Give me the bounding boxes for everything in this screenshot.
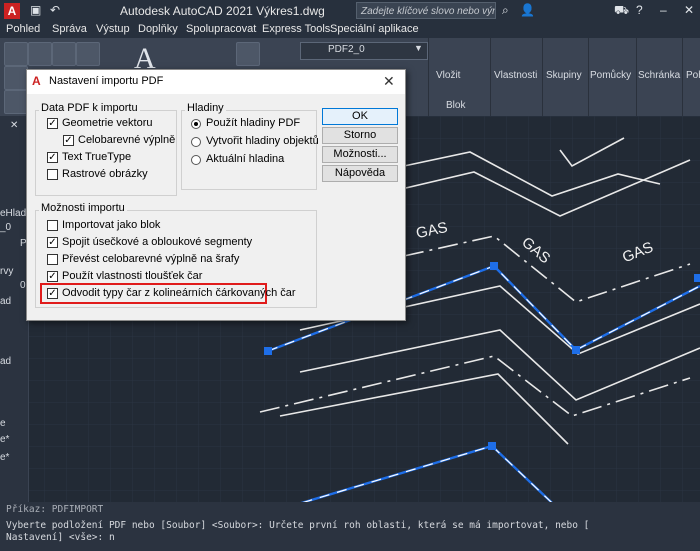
dialog-title: Nastavení importu PDF: [49, 75, 164, 87]
close-icon[interactable]: ✕: [684, 3, 694, 17]
label-use-pdf-layers: Použít hladiny PDF: [206, 117, 301, 129]
label-join-segments: Spojit úsečkové a obloukové segmenty: [62, 236, 253, 248]
mirror-tool-button[interactable]: [76, 42, 100, 66]
menu-bar: Pohled Správa Výstup Doplňky Spolupracov…: [0, 22, 700, 38]
label-create-object-layers: Vytvořit hladiny objektů: [206, 135, 319, 147]
menu-doplnky[interactable]: Doplňky: [138, 23, 178, 35]
checkbox-infer-linetypes[interactable]: ✓: [47, 288, 58, 299]
label-import-as-block: Importovat jako blok: [62, 219, 161, 231]
palette-text: ad: [0, 356, 12, 367]
panel-pomucky-label: Pomůcky: [590, 70, 632, 81]
label-raster-images: Rastrové obrázky: [62, 168, 148, 180]
ok-button[interactable]: OK: [322, 108, 398, 125]
window-title: Autodesk AutoCAD 2021 Výkres1.dwg: [120, 4, 325, 18]
menu-sprava[interactable]: Správa: [52, 23, 87, 35]
palette-text: _0: [0, 222, 12, 233]
label-truetype-text: Text TrueType: [62, 151, 132, 163]
copy-tool-button[interactable]: [4, 90, 28, 114]
arc-tool-button[interactable]: [52, 42, 76, 66]
search-input[interactable]: Zadejte klíčové slovo nebo výraz: [356, 2, 496, 19]
group-pdf-data-label: Data PDF k importu: [39, 102, 140, 114]
move-tool-button[interactable]: [4, 42, 28, 66]
panel-vlozit-label: Vložit: [436, 70, 461, 81]
command-history: Příkaz: PDFIMPORT: [6, 504, 104, 515]
checkbox-convert-fills-to-hatch[interactable]: [47, 254, 58, 265]
panel-schranka-label: Schránka: [638, 70, 681, 81]
autocad-logo-icon: A: [32, 74, 41, 88]
command-prompt-line-1: Vyberte podložení PDF nebo [Soubor] <Sou…: [6, 520, 590, 531]
checkbox-join-segments[interactable]: ✓: [47, 237, 58, 248]
title-bar: A ▣ ↶ Autodesk AutoCAD 2021 Výkres1.dwg …: [0, 0, 700, 22]
menu-pohled[interactable]: Pohled: [6, 23, 40, 35]
panel-blok-label[interactable]: Blok: [446, 100, 465, 111]
properties-palette[interactable]: ✕ eHlad _0 P rvy 0 ad ad e e* e*: [0, 116, 29, 506]
checkbox-vector-geometry[interactable]: ✓: [47, 118, 58, 129]
label-solid-fills: Celobarevné výplně: [78, 134, 176, 146]
menu-specialni-aplikace[interactable]: Speciální aplikace: [330, 23, 419, 35]
autocad-logo-icon[interactable]: A: [4, 3, 20, 19]
close-icon[interactable]: ✕: [383, 73, 395, 90]
grip-handle: [572, 346, 580, 354]
radio-create-object-layers[interactable]: [191, 137, 201, 147]
menu-spolupracovat[interactable]: Spolupracovat: [186, 23, 256, 35]
grip-handle: [264, 347, 272, 355]
radio-current-layer[interactable]: [191, 155, 201, 165]
palette-text: rvy: [0, 266, 14, 277]
radio-use-pdf-layers[interactable]: [191, 119, 201, 129]
minimize-icon[interactable]: –: [660, 3, 667, 17]
checkbox-truetype-text[interactable]: ✓: [47, 152, 58, 163]
help-icon[interactable]: ?: [636, 3, 643, 17]
palette-text: e*: [0, 452, 10, 463]
save-icon[interactable]: ▣: [30, 3, 41, 17]
grip-handle: [694, 274, 700, 282]
search-icon[interactable]: ⌕: [502, 3, 509, 18]
checkbox-raster-images[interactable]: [47, 169, 58, 180]
palette-close-icon[interactable]: ✕: [10, 120, 18, 131]
pdf-import-settings-dialog: A Nastavení importu PDF ✕ Data PDF k imp…: [26, 69, 406, 321]
label-apply-lineweight: Použít vlastnosti tloušťek čar: [62, 270, 203, 282]
layer-dropdown-value: PDF2_0: [328, 44, 365, 55]
grip-handle: [490, 262, 498, 270]
menu-express-tools[interactable]: Express Tools: [262, 23, 330, 35]
checkbox-import-as-block[interactable]: [47, 220, 58, 231]
group-import-options-label: Možnosti importu: [39, 202, 127, 214]
chevron-down-icon[interactable]: ▼: [414, 43, 423, 53]
palette-text: e*: [0, 434, 10, 445]
label-convert-fills-to-hatch: Převést celobarevné výplně na šrafy: [62, 253, 240, 265]
layer-properties-button[interactable]: [236, 42, 260, 66]
cart-icon[interactable]: ⛟: [614, 3, 629, 19]
panel-pohled-label: Poh: [686, 70, 700, 81]
checkbox-solid-fills[interactable]: ✓: [63, 135, 74, 146]
label-infer-linetypes: Odvodit typy čar z kolineárních čárkovan…: [62, 287, 296, 299]
grip-handle: [488, 442, 496, 450]
label-vector-geometry: Geometrie vektoru: [62, 117, 153, 129]
rotate-tool-button[interactable]: [4, 66, 28, 90]
checkbox-apply-lineweight[interactable]: ✓: [47, 271, 58, 282]
undo-icon[interactable]: ↶: [50, 3, 60, 17]
group-layers-label: Hladiny: [185, 102, 226, 114]
panel-vlastnosti-label: Vlastnosti: [494, 70, 538, 81]
palette-text: ad: [0, 296, 12, 307]
label-current-layer: Aktuální hladina: [206, 153, 285, 165]
command-prompt-line-2: Nastavení] <vše>: n: [6, 532, 115, 543]
menu-vystup[interactable]: Výstup: [96, 23, 130, 35]
palette-text: eHlad: [0, 208, 27, 219]
line-tool-button[interactable]: [28, 42, 52, 66]
panel-skupiny-label: Skupiny: [546, 70, 582, 81]
help-button[interactable]: Nápověda: [322, 165, 398, 182]
command-line[interactable]: Příkaz: PDFIMPORT Vyberte podložení PDF …: [0, 502, 700, 551]
palette-text: e: [0, 418, 6, 429]
options-button[interactable]: Možnosti...: [322, 146, 398, 163]
palette-text: 0: [20, 280, 26, 291]
user-icon[interactable]: 👤: [520, 3, 535, 17]
cancel-button[interactable]: Storno: [322, 127, 398, 144]
